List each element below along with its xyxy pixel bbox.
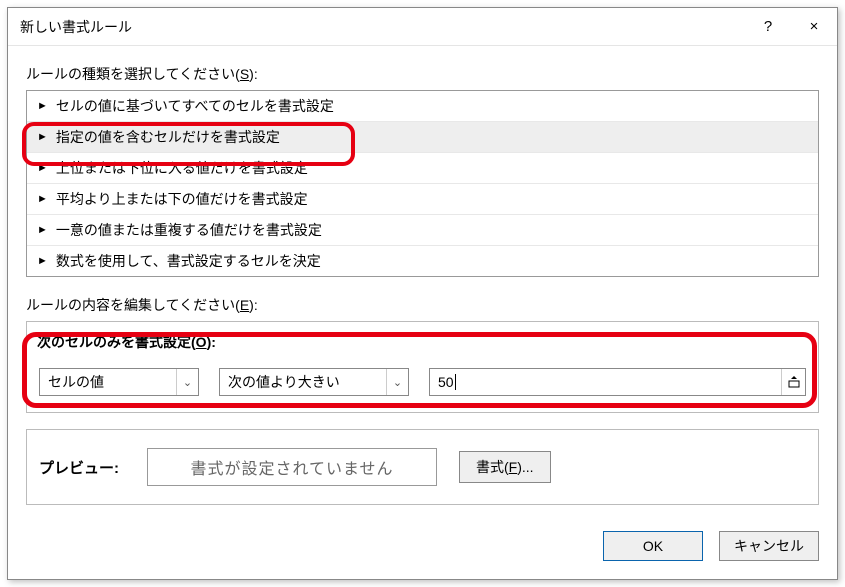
criteria-panel: 次のセルのみを書式設定(O): セルの値 ⌄ 次の値より大きい ⌄ 50 <box>26 321 819 413</box>
titlebar: 新しい書式ルール ? × <box>8 8 837 46</box>
label-tail: ): <box>249 66 258 82</box>
chevron-right-icon: ► <box>37 131 48 143</box>
criteria-value-input[interactable]: 50 <box>429 368 806 396</box>
label-key: E <box>240 297 249 313</box>
rule-type-list: ► セルの値に基づいてすべてのセルを書式設定 ► 指定の値を含むセルだけを書式設… <box>26 90 819 277</box>
label-tail: ): <box>207 334 216 350</box>
rule-type-text: 上位または下位に入る値だけを書式設定 <box>56 158 308 178</box>
preview-text: 書式が設定されていません <box>190 455 393 479</box>
rule-type-item[interactable]: ► 平均より上または下の値だけを書式設定 <box>27 184 818 215</box>
label-text: ルールの内容を編集してください( <box>26 297 240 313</box>
dialog-title: 新しい書式ルール <box>20 17 132 37</box>
rule-type-item[interactable]: ► 数式を使用して、書式設定するセルを決定 <box>27 246 818 276</box>
dialog-footer: OK キャンセル <box>8 517 837 579</box>
text-caret <box>455 374 456 390</box>
combo-value: 次の値より大きい <box>228 372 340 392</box>
help-icon: ? <box>764 18 772 35</box>
collapse-dialog-icon <box>787 375 801 389</box>
label-tail: )... <box>517 459 533 475</box>
label-text: ルールの種類を選択してください( <box>26 66 240 82</box>
chevron-right-icon: ► <box>37 193 48 205</box>
combo-value: セルの値 <box>48 372 104 392</box>
rule-type-item[interactable]: ► 一意の値または重複する値だけを書式設定 <box>27 215 818 246</box>
input-value: 50 <box>438 374 454 390</box>
preview-box: 書式が設定されていません <box>147 448 437 486</box>
cancel-button[interactable]: キャンセル <box>719 531 819 561</box>
rule-type-item[interactable]: ► 上位または下位に入る値だけを書式設定 <box>27 153 818 184</box>
close-icon: × <box>810 18 819 35</box>
chevron-right-icon: ► <box>37 100 48 112</box>
new-formatting-rule-dialog: 新しい書式ルール ? × ルールの種類を選択してください(S): ► セルの値に… <box>7 7 838 580</box>
rule-type-item[interactable]: ► セルの値に基づいてすべてのセルを書式設定 <box>27 91 818 122</box>
select-rule-type-label: ルールの種類を選択してください(S): <box>26 64 819 84</box>
chevron-right-icon: ► <box>37 162 48 174</box>
label-key: O <box>196 334 207 350</box>
rule-type-item[interactable]: ► 指定の値を含むセルだけを書式設定 <box>27 122 818 153</box>
chevron-down-icon: ⌄ <box>176 369 198 395</box>
format-button[interactable]: 書式(F)... <box>459 451 551 483</box>
help-button[interactable]: ? <box>745 8 791 46</box>
range-selector-button[interactable] <box>781 369 805 395</box>
criteria-row: セルの値 ⌄ 次の値より大きい ⌄ 50 <box>37 366 808 398</box>
chevron-right-icon: ► <box>37 224 48 236</box>
rule-type-text: 一意の値または重複する値だけを書式設定 <box>56 220 322 240</box>
rule-type-text: 指定の値を含むセルだけを書式設定 <box>56 127 280 147</box>
criteria-subject-combo[interactable]: セルの値 ⌄ <box>39 368 199 396</box>
label-text: 書式( <box>476 459 509 475</box>
chevron-down-icon: ⌄ <box>386 369 408 395</box>
edit-rule-label: ルールの内容を編集してください(E): <box>26 295 819 315</box>
rule-type-text: セルの値に基づいてすべてのセルを書式設定 <box>56 96 334 116</box>
criteria-operator-combo[interactable]: 次の値より大きい ⌄ <box>219 368 409 396</box>
ok-button[interactable]: OK <box>603 531 703 561</box>
button-label: キャンセル <box>734 536 804 556</box>
preview-panel: プレビュー: 書式が設定されていません 書式(F)... <box>26 429 819 505</box>
label-tail: ): <box>249 297 258 313</box>
rule-type-text: 数式を使用して、書式設定するセルを決定 <box>56 251 321 271</box>
label-key: F <box>509 459 518 475</box>
chevron-right-icon: ► <box>37 255 48 267</box>
label-text: 次のセルのみを書式設定( <box>37 334 196 350</box>
criteria-label: 次のセルのみを書式設定(O): <box>37 332 808 352</box>
label-key: S <box>240 66 249 82</box>
preview-label: プレビュー: <box>39 457 119 478</box>
button-label: OK <box>643 538 663 554</box>
rule-type-text: 平均より上または下の値だけを書式設定 <box>56 189 308 209</box>
close-button[interactable]: × <box>791 8 837 46</box>
